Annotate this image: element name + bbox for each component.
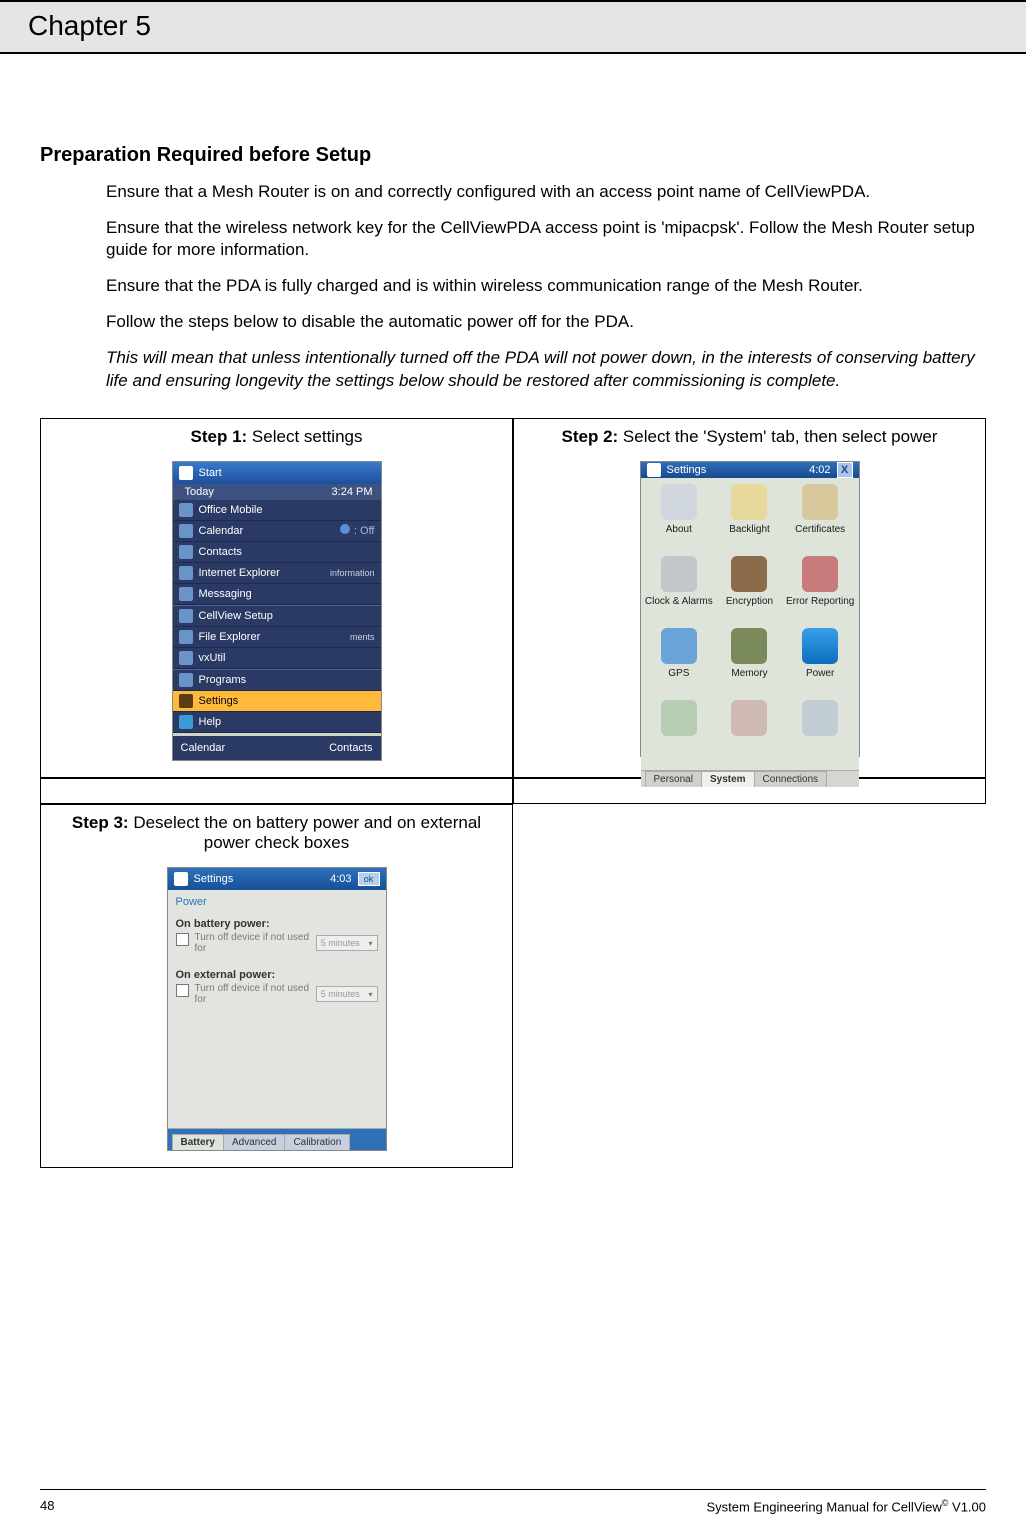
shot3-external-label: On external power:	[176, 969, 378, 981]
shot3-header: Power	[176, 896, 378, 908]
page-footer: 48 System Engineering Manual for CellVie…	[40, 1489, 986, 1514]
shot1-titlebar: Start	[173, 462, 381, 484]
shot1-title: Start	[199, 467, 222, 479]
shot3-body: Power On battery power: Turn off device …	[168, 890, 386, 1128]
page-number: 48	[40, 1498, 54, 1514]
step-1-cell: Step 1: Select settings Start Today 3:24…	[40, 418, 513, 778]
paragraph-4: Follow the steps below to disable the au…	[106, 311, 986, 333]
shot3-tabbar: Battery Advanced Calibration	[168, 1128, 386, 1150]
shot3-battery-text: Turn off device if not used for	[195, 932, 310, 955]
step-2-cell: Step 2: Select the 'System' tab, then se…	[513, 418, 986, 778]
shot2-grid: About Backlight Certificates Clock & Ala…	[641, 478, 859, 770]
tab-system: System	[701, 771, 755, 787]
screenshot-step-2: Settings 4:02 X About Backlight Certific…	[640, 461, 860, 757]
step-3-label: Step 3: Deselect the on battery power an…	[51, 813, 502, 853]
section-title: Preparation Required before Setup	[40, 144, 986, 167]
tab-personal: Personal	[645, 771, 702, 787]
checkbox-external	[176, 984, 189, 997]
footer-right: System Engineering Manual for CellView© …	[706, 1498, 986, 1514]
checkbox-battery	[176, 933, 189, 946]
windows-icon	[174, 872, 188, 886]
windows-icon	[647, 463, 661, 477]
shot1-bottombar: Calendar Contacts	[173, 736, 381, 760]
chapter-header: Chapter 5	[0, 0, 1026, 54]
tab-advanced: Advanced	[223, 1134, 285, 1150]
tab-battery: Battery	[172, 1134, 224, 1150]
shot2-titlebar: Settings 4:02 X	[641, 462, 859, 478]
steps-table: Step 1: Select settings Start Today 3:24…	[40, 418, 986, 1168]
screenshot-step-3: Settings 4:03 ok Power On battery power:	[167, 867, 387, 1151]
shot3-external-text: Turn off device if not used for	[195, 983, 310, 1006]
paragraph-2: Ensure that the wireless network key for…	[106, 217, 986, 261]
ok-button-icon: ok	[358, 872, 380, 886]
tab-connections: Connections	[754, 771, 828, 787]
step-2-label: Step 2: Select the 'System' tab, then se…	[524, 427, 975, 447]
shot1-menu: Office Mobile Calendar: Off Contacts Int…	[173, 500, 381, 736]
shot3-battery-select: 5 minutes▾	[316, 935, 378, 951]
empty-cell	[513, 804, 986, 1168]
paragraph-3: Ensure that the PDA is fully charged and…	[106, 275, 986, 297]
shot2-tabbar: Personal System Connections	[641, 770, 859, 787]
shot1-time-row: Today 3:24 PM	[173, 484, 381, 500]
close-icon: X	[837, 462, 853, 478]
shot3-titlebar: Settings 4:03 ok	[168, 868, 386, 890]
step-1-label: Step 1: Select settings	[51, 427, 502, 447]
tab-calibration: Calibration	[284, 1134, 350, 1150]
step-3-cell: Step 3: Deselect the on battery power an…	[40, 804, 513, 1168]
shot3-external-select: 5 minutes▾	[316, 986, 378, 1002]
paragraph-1: Ensure that a Mesh Router is on and corr…	[106, 181, 986, 203]
shot3-battery-label: On battery power:	[176, 918, 378, 930]
paragraph-5-italic: This will mean that unless intentionally…	[106, 347, 986, 391]
screenshot-step-1: Start Today 3:24 PM Office Mobile Calend…	[172, 461, 382, 761]
windows-icon	[179, 466, 193, 480]
